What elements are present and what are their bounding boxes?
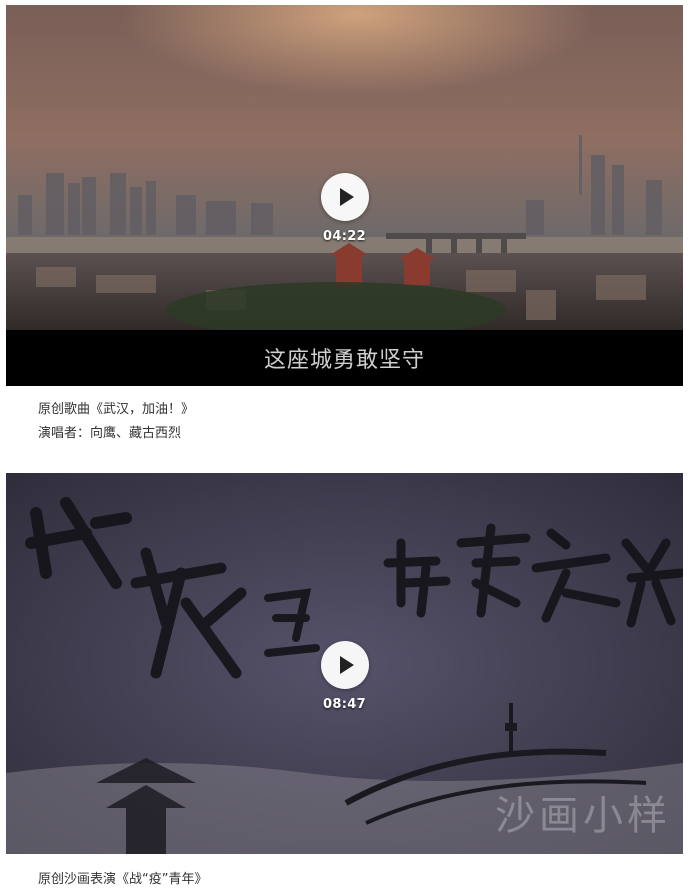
video-caption-2: 原创沙画表演《战“疫”青年》 [38,868,207,892]
video-caption-1: 原创歌曲《武汉，加油！》 演唱者：向鹰、藏古西烈 [38,398,194,446]
play-button-2[interactable]: 08:47 [320,641,369,712]
play-button-1[interactable]: 04:22 [320,173,369,244]
caption-line: 演唱者：向鹰、藏古西烈 [38,426,182,441]
subtitle-bar: 这座城勇敢坚守 [6,330,683,386]
video-duration: 08:47 [323,697,366,712]
play-icon[interactable] [320,173,369,221]
video-subtitle: 这座城勇敢坚守 [263,348,425,373]
watermark: 沙画小样 [495,793,671,839]
caption-line: 原创歌曲《武汉，加油！》 [38,402,195,417]
video-duration: 04:22 [323,229,366,244]
video-player-2[interactable]: 沙画小样 08:47 [6,473,683,854]
video-player-1[interactable]: 这座城勇敢坚守 04:22 [6,5,683,386]
play-icon[interactable] [320,641,369,689]
caption-line: 原创沙画表演《战“疫”青年》 [38,872,208,887]
